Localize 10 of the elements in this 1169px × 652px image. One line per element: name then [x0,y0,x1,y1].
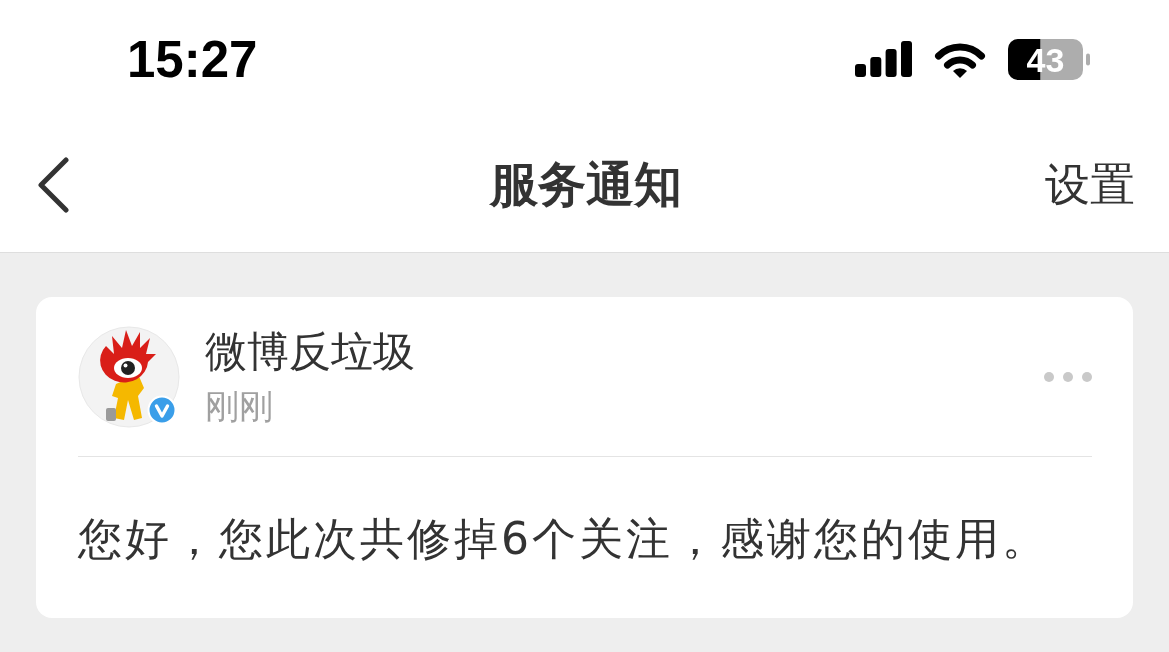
status-time: 15:27 [127,33,258,85]
page-title: 服务通知 [489,155,682,214]
back-button[interactable] [36,156,70,213]
settings-button[interactable]: 设置 [1045,157,1135,212]
message-text: 您好，您此次共修掉6个关注，感谢您的使用。 [78,513,1050,566]
message-time: 刚刚 [205,386,273,428]
signal-icon [855,41,912,77]
wifi-icon [934,40,986,78]
sender-name: 微博反垃圾 [205,326,415,378]
back-chevron-icon [36,156,70,213]
